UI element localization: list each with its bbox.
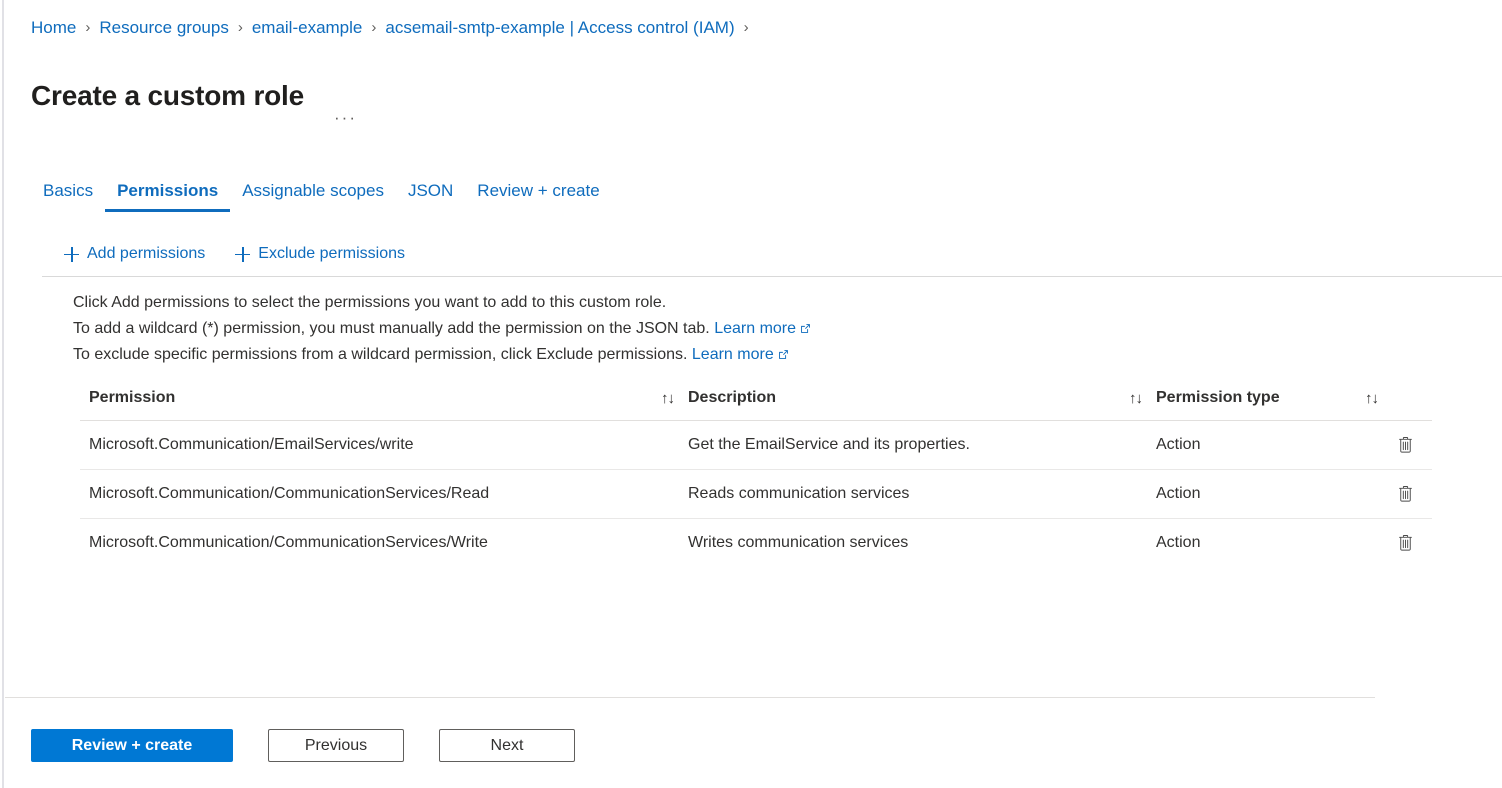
sort-icon[interactable]: ↑↓ xyxy=(1365,390,1379,407)
cell-permission-type: Action xyxy=(1156,485,1201,502)
instruction-line-3-text: To exclude specific permissions from a w… xyxy=(73,346,688,363)
cell-permission: Microsoft.Communication/EmailServices/wr… xyxy=(89,436,414,453)
trash-icon xyxy=(1396,533,1415,553)
tab-permissions[interactable]: Permissions xyxy=(105,180,231,212)
trash-icon xyxy=(1396,484,1415,504)
more-options-icon[interactable]: ··· xyxy=(330,106,361,130)
delete-permission-button[interactable] xyxy=(1392,533,1432,553)
page-title: Create a custom role xyxy=(31,79,304,111)
footer-divider xyxy=(5,697,1375,698)
table-row[interactable]: Microsoft.Communication/EmailServices/wr… xyxy=(80,421,1432,470)
breadcrumb-separator-icon: › xyxy=(85,19,91,36)
cell-permission-type: Action xyxy=(1156,436,1201,453)
cell-permission-type: Action xyxy=(1156,534,1201,551)
tab-assignable-scopes[interactable]: Assignable scopes xyxy=(230,180,396,212)
cell-description: Get the EmailService and its properties. xyxy=(688,436,970,453)
instruction-line-1: Click Add permissions to select the perm… xyxy=(73,294,667,311)
plus-icon xyxy=(235,246,251,262)
learn-more-link-wildcard[interactable]: Learn more xyxy=(714,320,811,337)
breadcrumb-item-resource-groups[interactable]: Resource groups xyxy=(99,16,228,40)
delete-permission-button[interactable] xyxy=(1392,484,1432,504)
instruction-line-3: To exclude specific permissions from a w… xyxy=(73,342,811,368)
tab-basics[interactable]: Basics xyxy=(31,180,105,212)
column-header-permission-type-label: Permission type xyxy=(1156,389,1280,406)
column-header-description-label: Description xyxy=(688,389,777,406)
trash-icon xyxy=(1396,435,1415,455)
tab-json[interactable]: JSON xyxy=(396,180,465,212)
page-header: Create a custom role ··· xyxy=(31,58,361,134)
learn-more-label: Learn more xyxy=(714,320,797,337)
next-button[interactable]: Next xyxy=(439,729,575,762)
cell-description: Reads communication services xyxy=(688,485,910,502)
permissions-table: Permission ↑↓ Description ↑↓ Permission … xyxy=(80,376,1432,567)
cell-permission: Microsoft.Communication/CommunicationSer… xyxy=(89,485,490,502)
table-row[interactable]: Microsoft.Communication/CommunicationSer… xyxy=(80,470,1432,519)
add-permissions-button[interactable]: Add permissions xyxy=(62,240,207,268)
instructions-block: Click Add permissions to select the perm… xyxy=(73,290,811,368)
learn-more-link-exclude[interactable]: Learn more xyxy=(692,346,789,363)
table-row[interactable]: Microsoft.Communication/CommunicationSer… xyxy=(80,519,1432,567)
breadcrumb-item-email-example[interactable]: email-example xyxy=(252,16,363,40)
breadcrumb-separator-icon: › xyxy=(743,19,749,36)
wizard-footer: Review + create Previous Next xyxy=(31,729,575,762)
breadcrumb-separator-icon: › xyxy=(371,19,377,36)
table-header-row: Permission ↑↓ Description ↑↓ Permission … xyxy=(80,376,1432,421)
external-link-icon xyxy=(800,317,811,333)
column-header-permission[interactable]: Permission ↑↓ xyxy=(80,389,688,407)
instruction-line-2: To add a wildcard (*) permission, you mu… xyxy=(73,316,811,342)
blade-left-edge xyxy=(2,0,4,788)
instruction-line-2-text: To add a wildcard (*) permission, you mu… xyxy=(73,320,710,337)
sort-icon[interactable]: ↑↓ xyxy=(1129,390,1143,407)
review-create-button[interactable]: Review + create xyxy=(31,729,233,762)
tab-review-create[interactable]: Review + create xyxy=(465,180,611,212)
wizard-tabs: Basics Permissions Assignable scopes JSO… xyxy=(31,180,612,212)
column-header-permission-type[interactable]: Permission type ↑↓ xyxy=(1156,389,1392,407)
breadcrumb-item-access-control[interactable]: acsemail-smtp-example | Access control (… xyxy=(385,16,734,40)
plus-icon xyxy=(64,246,79,262)
exclude-permissions-button[interactable]: Exclude permissions xyxy=(233,240,407,268)
breadcrumb-item-home[interactable]: Home xyxy=(31,16,76,40)
cell-description: Writes communication services xyxy=(688,534,909,551)
column-header-description[interactable]: Description ↑↓ xyxy=(688,389,1156,407)
exclude-permissions-label: Exclude permissions xyxy=(258,245,406,262)
command-bar-divider xyxy=(42,276,1502,277)
external-link-icon xyxy=(778,343,789,359)
breadcrumb: Home › Resource groups › email-example ›… xyxy=(31,16,758,40)
delete-permission-button[interactable] xyxy=(1392,435,1432,455)
column-header-permission-label: Permission xyxy=(89,389,176,406)
learn-more-label: Learn more xyxy=(691,346,774,363)
sort-icon[interactable]: ↑↓ xyxy=(661,390,675,407)
previous-button[interactable]: Previous xyxy=(268,729,404,762)
breadcrumb-separator-icon: › xyxy=(237,19,243,36)
add-permissions-label: Add permissions xyxy=(87,245,206,262)
cell-permission: Microsoft.Communication/CommunicationSer… xyxy=(89,534,488,551)
command-bar: Add permissions Exclude permissions xyxy=(62,240,407,268)
